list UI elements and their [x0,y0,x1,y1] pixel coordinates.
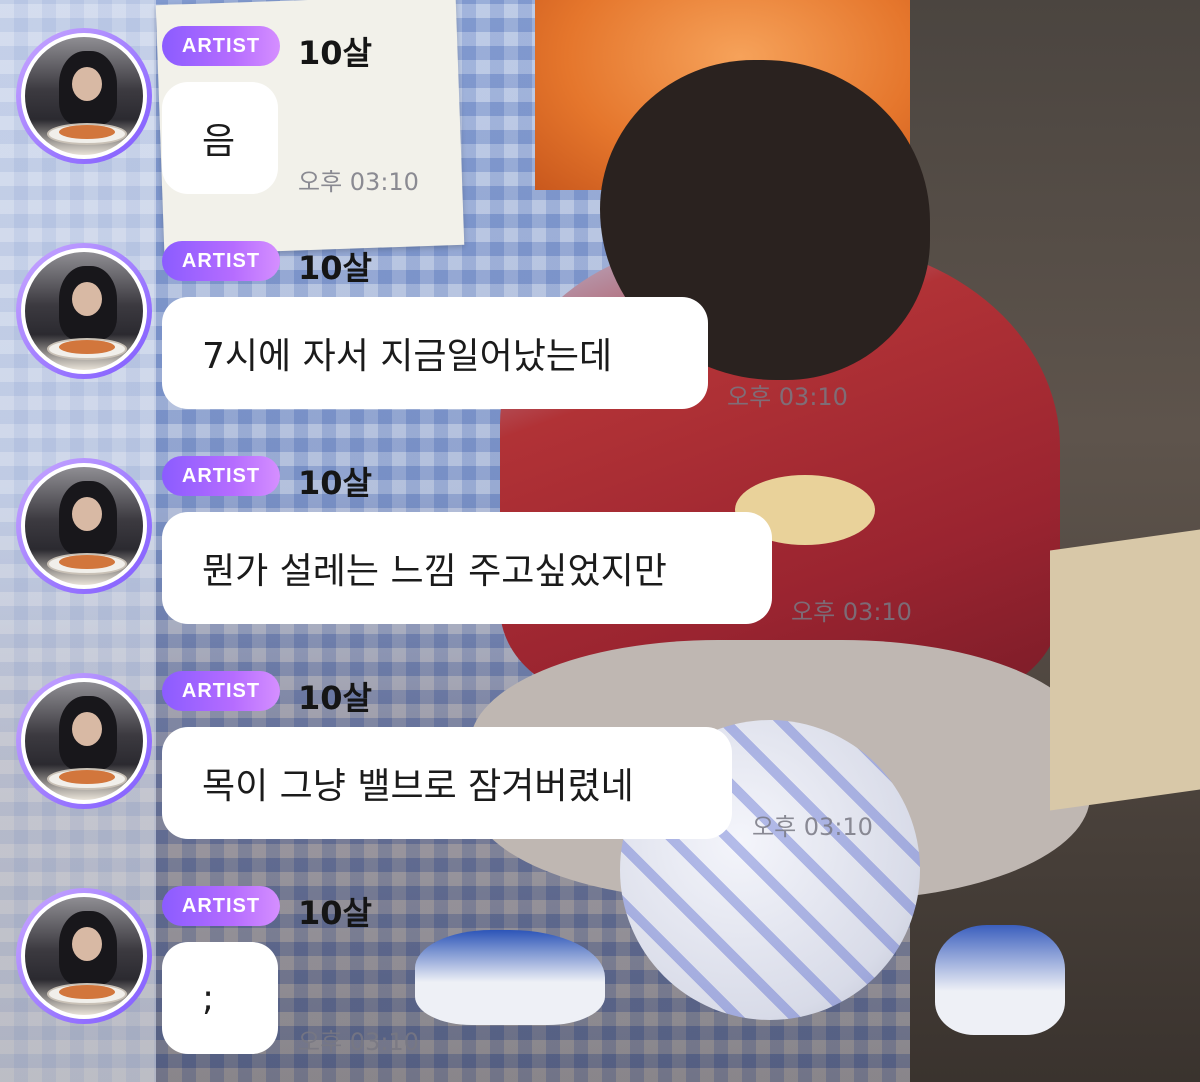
avatar[interactable] [16,28,152,164]
chat-message: ARTIST 10살 음 오후 03:10 [0,0,1200,200]
avatar-photo [21,678,147,804]
message-bubble[interactable]: 목이 그냥 밸브로 잠겨버렸네 [162,727,732,839]
message-timestamp: 오후 03:10 [727,383,848,411]
avatar-photo [21,33,147,159]
chat-message: ARTIST 10살 목이 그냥 밸브로 잠겨버렸네 오후 03:10 [0,645,1200,845]
sender-name[interactable]: 10살 [298,673,372,719]
chat-message: ARTIST 10살 7시에 자서 지금일어났는데 오후 03:10 [0,215,1200,415]
message-timestamp: 오후 03:10 [752,813,873,841]
avatar[interactable] [16,243,152,379]
artist-badge: ARTIST [162,671,280,711]
message-bubble[interactable]: 7시에 자서 지금일어났는데 [162,297,708,409]
message-timestamp: 오후 03:10 [298,168,419,196]
chat-message-list[interactable]: ARTIST 10살 음 오후 03:10 ARTIST 10살 7시에 자서 … [0,0,1200,1082]
sender-name[interactable]: 10살 [298,888,372,934]
message-bubble[interactable]: 뭔가 설레는 느낌 주고싶었지만 [162,512,772,624]
message-bubble[interactable]: 음 [162,82,278,194]
avatar-photo [21,893,147,1019]
chat-message: ARTIST 10살 ; 오후 03:10 [0,860,1200,1060]
avatar[interactable] [16,458,152,594]
message-timestamp: 오후 03:10 [298,1028,419,1056]
artist-badge: ARTIST [162,241,280,281]
artist-badge: ARTIST [162,886,280,926]
avatar[interactable] [16,888,152,1024]
avatar[interactable] [16,673,152,809]
sender-name[interactable]: 10살 [298,243,372,289]
message-timestamp: 오후 03:10 [791,598,912,626]
avatar-photo [21,248,147,374]
artist-badge: ARTIST [162,26,280,66]
artist-badge: ARTIST [162,456,280,496]
sender-name[interactable]: 10살 [298,28,372,74]
sender-name[interactable]: 10살 [298,458,372,504]
message-bubble[interactable]: ; [162,942,278,1054]
avatar-photo [21,463,147,589]
chat-message: ARTIST 10살 뭔가 설레는 느낌 주고싶었지만 오후 03:10 [0,430,1200,630]
